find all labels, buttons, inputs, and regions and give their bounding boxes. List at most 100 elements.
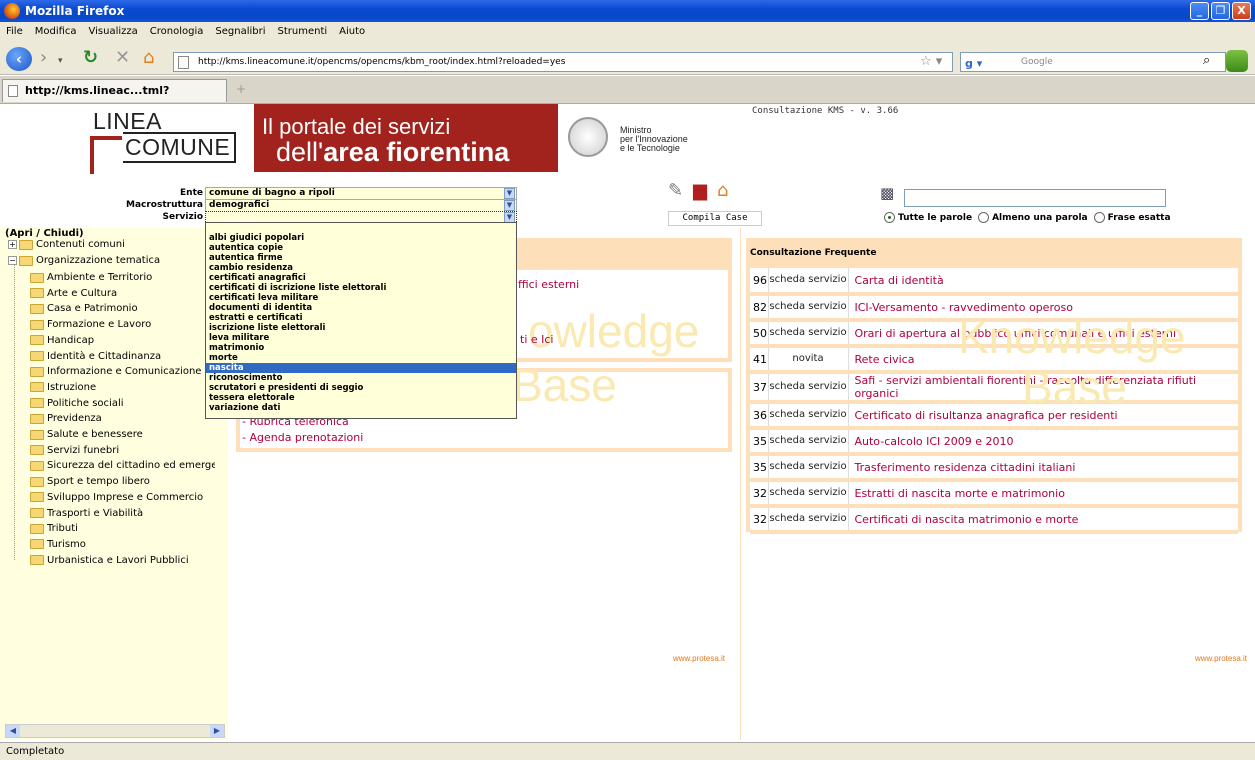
pdf-icon[interactable]: ▆ — [693, 180, 707, 201]
menu-cronologia[interactable]: Cronologia — [150, 26, 204, 37]
back-button[interactable]: ‹ — [6, 47, 32, 71]
tree-item-label: Handicap — [47, 334, 95, 346]
folder-icon — [30, 476, 44, 487]
dropdown-option[interactable]: certificati anagrafici — [206, 273, 516, 283]
dropdown-option[interactable]: certificati leva militare — [206, 293, 516, 303]
ministry-text: Ministro per l'Innovazione e le Tecnolog… — [620, 125, 688, 153]
dropdown-option[interactable]: albi giudici popolari — [206, 233, 516, 243]
tree-item[interactable]: Urbanistica e Lavori Pubblici — [30, 555, 189, 566]
row-count: 50 — [750, 320, 769, 348]
dropdown-option[interactable]: autentica firme — [206, 253, 516, 263]
menu-modifica[interactable]: Modifica — [35, 26, 77, 37]
tree-item[interactable]: Sviluppo Imprese e Commercio — [30, 492, 203, 503]
window-controls: _ ❐ X — [1190, 2, 1251, 20]
florence-lily-icon: ⚜ — [526, 117, 557, 157]
binoculars-icon[interactable]: ▩ — [880, 184, 894, 202]
dropdown-option[interactable]: nascita — [206, 363, 516, 373]
folder-icon — [30, 319, 44, 330]
chevron-down-icon: ▼ — [504, 200, 515, 211]
web-search-input[interactable]: g ▾ Google — [960, 52, 1226, 72]
link-ici[interactable]: ti e Ici — [520, 333, 553, 346]
tree-item[interactable]: Istruzione — [30, 382, 96, 393]
tab-current[interactable]: http://kms.lineac...tml?reloaded=yes — [2, 79, 227, 119]
stop-icon[interactable]: ✕ — [115, 48, 130, 68]
protesa-link-right[interactable]: www.protesa.it — [1195, 654, 1247, 663]
tree-item[interactable]: Tributi — [30, 523, 78, 534]
link-uffici-esterni[interactable]: ffici esterni — [518, 278, 579, 291]
row-link[interactable]: Auto-calcolo ICI 2009 e 2010 — [848, 428, 1238, 456]
row-link[interactable]: Carta di identità — [848, 268, 1238, 296]
history-dropdown-icon[interactable]: ▾ — [58, 51, 63, 71]
tree-item[interactable]: Identità e Cittadinanza — [30, 351, 161, 362]
dropdown-option[interactable]: variazione dati — [206, 403, 516, 413]
tree-item-label: Previdenza — [47, 413, 102, 425]
close-button[interactable]: X — [1232, 2, 1251, 20]
dropdown-option[interactable]: autentica copie — [206, 243, 516, 253]
web-search-placeholder: Google — [1021, 57, 1053, 67]
dropdown-option[interactable]: scrutatori e presidenti di seggio — [206, 383, 516, 393]
kms-search-input[interactable] — [904, 189, 1166, 207]
tree-item[interactable]: Sport e tempo libero — [30, 476, 150, 487]
tree-item[interactable]: Informazione e Comunicazione — [30, 366, 201, 377]
forward-button[interactable]: › — [40, 48, 47, 68]
horizontal-scrollbar[interactable]: ◀ ▶ — [5, 724, 225, 738]
dropdown-option[interactable]: leva militare — [206, 333, 516, 343]
tree-item-organizzazione-tematica[interactable]: − Organizzazione tematica — [8, 255, 160, 266]
dropdown-option[interactable]: cambio residenza — [206, 263, 516, 273]
tree-item[interactable]: Arte e Cultura — [30, 288, 117, 299]
radio-almeno-una-parola[interactable]: Almeno una parola — [978, 212, 1088, 223]
radio-frase-esatta[interactable]: Frase esatta — [1093, 212, 1171, 223]
home-icon[interactable]: ⌂ — [143, 48, 154, 68]
radio-tutte-le-parole[interactable]: Tutte le parole — [884, 212, 972, 223]
home-page-icon[interactable]: ⌂ — [717, 180, 728, 201]
scroll-right-icon[interactable]: ▶ — [210, 725, 224, 737]
tree-item[interactable]: Ambiente e Territorio — [30, 272, 152, 283]
collapse-icon[interactable]: − — [8, 256, 17, 265]
link-agenda-prenotazioni[interactable]: - Agenda prenotazioni — [242, 431, 363, 444]
menu-aiuto[interactable]: Aiuto — [339, 26, 365, 37]
dropdown-option[interactable]: tessera elettorale — [206, 393, 516, 403]
dropdown-option[interactable]: morte — [206, 353, 516, 363]
tree-item-label: Trasporti e Viabilità — [47, 507, 144, 519]
tree-item[interactable]: Salute e benessere — [30, 429, 143, 440]
dropdown-option[interactable]: riconoscimento — [206, 373, 516, 383]
tree-item[interactable]: Casa e Patrimonio — [30, 303, 138, 314]
scroll-left-icon[interactable]: ◀ — [6, 725, 20, 737]
row-link[interactable]: Certificati di nascita matrimonio e mort… — [848, 506, 1238, 534]
menu-segnalibri[interactable]: Segnalibri — [215, 26, 265, 37]
tree-item[interactable]: Formazione e Lavoro — [30, 319, 151, 330]
eraser-icon[interactable]: ✎ — [668, 180, 683, 201]
reload-icon[interactable]: ↻ — [83, 48, 98, 68]
tree-item[interactable]: Previdenza — [30, 413, 102, 424]
row-link[interactable]: Estratti di nascita morte e matrimonio — [848, 480, 1238, 508]
addon-icon[interactable] — [1226, 50, 1248, 72]
row-link[interactable]: Trasferimento residenza cittadini italia… — [848, 454, 1238, 482]
tree-item[interactable]: Trasporti e Viabilità — [30, 508, 143, 519]
new-tab-button[interactable]: + — [232, 82, 250, 98]
menu-visualizza[interactable]: Visualizza — [89, 26, 138, 37]
dropdown-option[interactable]: matrimonio — [206, 343, 516, 353]
maximize-button[interactable]: ❐ — [1211, 2, 1230, 20]
search-icon[interactable]: ⌕ — [1203, 53, 1210, 68]
tree-item-label: Sicurezza del cittadino ed emergenze — [47, 460, 215, 472]
protesa-link[interactable]: www.protesa.it — [673, 654, 725, 663]
dropdown-option[interactable]: estratti e certificati — [206, 313, 516, 323]
tree-toggle-link[interactable]: (Apri / Chiudi) — [5, 228, 84, 239]
bookmark-star-icon[interactable]: ☆ ▾ — [920, 54, 942, 69]
menu-file[interactable]: File — [6, 26, 23, 37]
minimize-button[interactable]: _ — [1190, 2, 1209, 20]
compila-case-button[interactable]: Compila Case — [668, 211, 762, 226]
expand-icon[interactable]: + — [8, 240, 17, 249]
dropdown-option[interactable]: certificati di iscrizione liste elettora… — [206, 283, 516, 293]
tree-item[interactable]: Turismo — [30, 539, 86, 550]
folder-icon — [30, 555, 44, 566]
tree-item[interactable]: Politiche sociali — [30, 398, 124, 409]
tree-item[interactable]: Handicap — [30, 335, 94, 346]
url-input[interactable]: http://kms.lineacomune.it/opencms/opencm… — [173, 52, 953, 72]
tree-item[interactable]: Sicurezza del cittadino ed emergenze — [30, 460, 215, 471]
tree-item-contenuti-comuni[interactable]: + Contenuti comuni — [8, 239, 125, 250]
menu-strumenti[interactable]: Strumenti — [278, 26, 328, 37]
tree-item[interactable]: Servizi funebri — [30, 445, 119, 456]
dropdown-option[interactable]: iscrizione liste elettorali — [206, 323, 516, 333]
dropdown-option[interactable]: documenti di identita — [206, 303, 516, 313]
